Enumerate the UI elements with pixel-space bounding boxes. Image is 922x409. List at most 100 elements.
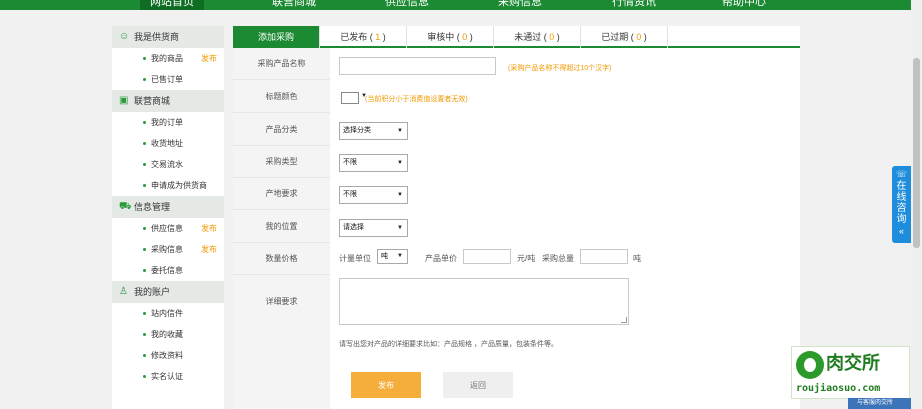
- chevron-down-icon: ▼: [397, 225, 403, 231]
- sidebar-item-label: 交易流水: [151, 160, 183, 169]
- sidebar-item-edit-profile[interactable]: 修改资料: [112, 345, 224, 366]
- main-panel: 添加采购 已发布 ( 1 ) 审核中 ( 0 ) 未通过 ( 0 ) 已过期 (…: [233, 26, 800, 409]
- publish-link[interactable]: 发布: [201, 218, 217, 239]
- total-label: 采购总量: [542, 254, 574, 263]
- scrollbar-thumb[interactable]: [913, 58, 920, 248]
- sidebar-item-entrust-info[interactable]: 委托信息: [112, 260, 224, 281]
- sidebar-item-apply-supplier[interactable]: 申请成为供货商: [112, 175, 224, 196]
- tab-expired[interactable]: 已过期 ( 0 ): [581, 26, 668, 48]
- category-select[interactable]: 选择分类 ▼: [339, 122, 408, 140]
- sidebar-group-account[interactable]: ♙ 我的账户: [112, 281, 224, 303]
- back-button[interactable]: 返回: [443, 372, 513, 398]
- sidebar-item-label: 站内信件: [151, 309, 183, 318]
- total-input[interactable]: [580, 249, 628, 264]
- nav-home[interactable]: 网站首页: [140, 0, 204, 10]
- logo-domain: roujiaosuo.com: [796, 383, 881, 394]
- sidebar-group-shop[interactable]: ▣ 联营商城: [112, 90, 224, 112]
- unit-select[interactable]: 吨 ▼: [377, 249, 408, 264]
- total-suffix: 吨: [633, 254, 641, 263]
- sidebar-item-label: 申请成为供货商: [151, 181, 207, 190]
- top-navigation: 网站首页 联营商城 供应信息 采购信息 行情资讯 帮助中心: [0, 0, 922, 10]
- sidebar-item-verification[interactable]: 实名认证: [112, 366, 224, 387]
- sidebar-group-title: 联营商城: [134, 96, 171, 106]
- nav-help[interactable]: 帮助中心: [722, 0, 766, 10]
- resize-grip-icon[interactable]: [621, 317, 627, 323]
- label-product-name: 采购产品名称: [233, 48, 330, 80]
- detail-textarea[interactable]: [339, 278, 629, 325]
- form-label-column: 采购产品名称 标题颜色 产品分类 采购类型 产地要求 我的位置 数量价格 详细要…: [233, 48, 330, 409]
- sidebar-item-my-products[interactable]: 我的商品 发布: [112, 48, 224, 69]
- sidebar-item-label: 采购信息: [151, 245, 183, 254]
- chevron-down-icon: ▼: [397, 128, 403, 134]
- sidebar-item-supply-info[interactable]: 供应信息 发布: [112, 218, 224, 239]
- nav-mall[interactable]: 联营商城: [272, 0, 316, 10]
- supplier-icon: ☺: [119, 31, 130, 42]
- detail-hint: 请写出您对产品的详细要求比如：产品规格 ，产品质量，包装条件等。: [339, 341, 558, 348]
- tab-rejected[interactable]: 未通过 ( 0 ): [494, 26, 581, 48]
- sidebar-item-label: 实名认证: [151, 372, 183, 381]
- sidebar-item-label: 供应信息: [151, 224, 183, 233]
- logo-mark-icon: [796, 351, 824, 379]
- sidebar-item-transactions[interactable]: 交易流水: [112, 154, 224, 175]
- unit-price-label: 产品单价: [425, 254, 457, 263]
- online-consult-label: 在线咨询: [896, 181, 907, 225]
- tab-published[interactable]: 已发布 ( 1 ): [320, 26, 407, 48]
- label-detail: 详细要求: [265, 297, 298, 306]
- label-title-color: 标题颜色: [233, 80, 330, 113]
- sidebar-item-label: 修改资料: [151, 351, 183, 360]
- sidebar-group-info[interactable]: ⛟ 信息管理: [112, 196, 224, 218]
- origin-select[interactable]: 不限 ▼: [339, 186, 408, 204]
- label-qty-price: 数量价格: [233, 243, 330, 275]
- sidebar-item-label: 我的收藏: [151, 330, 183, 339]
- sidebar-item-messages[interactable]: 站内信件: [112, 303, 224, 324]
- online-consult-button[interactable]: ☏ 在线咨询 «: [892, 166, 911, 243]
- shop-icon: ▣: [119, 95, 129, 106]
- title-color-hint: (当前积分小于消费值设置者无效): [365, 96, 468, 103]
- tab-bar: 添加采购 已发布 ( 1 ) 审核中 ( 0 ) 未通过 ( 0 ) 已过期 (…: [233, 26, 800, 48]
- title-color-picker[interactable]: ▼: [341, 92, 367, 104]
- publish-link[interactable]: 发布: [201, 48, 217, 69]
- label-origin: 产地要求: [233, 178, 330, 210]
- unit-label: 计量单位: [339, 254, 371, 263]
- unit-price-input[interactable]: [463, 249, 511, 264]
- purchase-type-select[interactable]: 不限 ▼: [339, 154, 408, 172]
- customer-service-link[interactable]: 与客服肉交所: [848, 398, 911, 409]
- sidebar-group-supplier[interactable]: ☺ 我是供货商: [112, 26, 224, 48]
- sidebar-group-title: 信息管理: [134, 202, 171, 212]
- sidebar-item-favorites[interactable]: 我的收藏: [112, 324, 224, 345]
- publish-button[interactable]: 发布: [351, 372, 421, 398]
- sidebar-item-purchase-info[interactable]: 采购信息 发布: [112, 239, 224, 260]
- sidebar-item-label: 已售订单: [151, 75, 183, 84]
- chevron-down-icon: ▼: [397, 160, 403, 166]
- site-logo[interactable]: 肉交所 roujiaosuo.com: [791, 346, 910, 399]
- nav-supply[interactable]: 供应信息: [385, 0, 429, 10]
- label-location: 我的位置: [233, 210, 330, 243]
- sidebar: ☺ 我是供货商 我的商品 发布 已售订单 ▣ 联营商城 我的订单 收货地址 交易…: [112, 26, 224, 409]
- chevron-down-icon: ▼: [397, 192, 403, 198]
- sidebar-group-title: 我是供货商: [134, 32, 180, 42]
- unit-price-suffix: 元/吨: [517, 254, 536, 263]
- tab-reviewing[interactable]: 审核中 ( 0 ): [407, 26, 494, 48]
- sidebar-item-label: 我的商品: [151, 54, 183, 63]
- tab-add-purchase[interactable]: 添加采购: [233, 26, 320, 48]
- sidebar-item-my-orders[interactable]: 我的订单: [112, 112, 224, 133]
- label-purchase-type: 采购类型: [233, 146, 330, 178]
- sidebar-item-sold-orders[interactable]: 已售订单: [112, 69, 224, 90]
- product-name-input[interactable]: [339, 57, 496, 75]
- label-category: 产品分类: [233, 113, 330, 146]
- sidebar-group-title: 我的账户: [134, 287, 171, 297]
- publish-link[interactable]: 发布: [201, 239, 217, 260]
- sidebar-item-label: 我的订单: [151, 118, 183, 127]
- nav-news[interactable]: 行情资讯: [612, 0, 656, 10]
- user-icon: ♙: [119, 286, 128, 297]
- product-name-hint: (采购产品名称不得超过10个汉字): [508, 65, 612, 72]
- cart-icon: ⛟: [119, 201, 132, 212]
- sidebar-item-label: 收货地址: [151, 139, 183, 148]
- logo-name: 肉交所: [826, 353, 880, 374]
- chat-icon: ☏: [895, 169, 908, 179]
- nav-purchase[interactable]: 采购信息: [498, 0, 542, 10]
- location-select[interactable]: 请选择 ▼: [339, 219, 408, 237]
- page-scrollbar[interactable]: [911, 0, 922, 409]
- sidebar-item-label: 委托信息: [151, 266, 183, 275]
- sidebar-item-address[interactable]: 收货地址: [112, 133, 224, 154]
